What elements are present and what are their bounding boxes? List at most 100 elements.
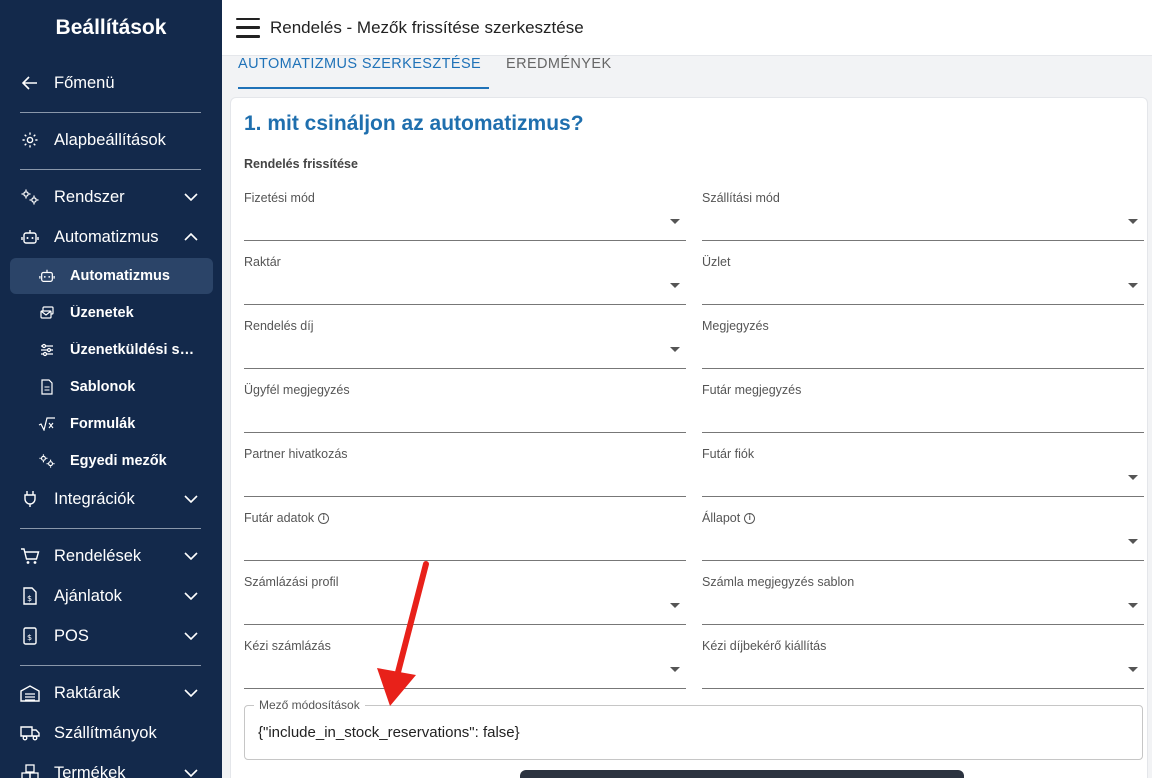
field-label: Ügyfél megjegyzés bbox=[244, 383, 350, 397]
rendeles-dij-select[interactable]: Rendelés díj bbox=[244, 319, 686, 369]
futar-megjegyzes-field[interactable]: Futár megjegyzés bbox=[702, 383, 1144, 433]
szamlazasi-profil-select[interactable]: Számlázási profil bbox=[244, 575, 686, 625]
sidebar-item-raktarak[interactable]: Raktárak bbox=[0, 673, 222, 713]
menu-icon[interactable] bbox=[236, 17, 260, 38]
sidebar-divider bbox=[20, 169, 201, 170]
sidebar-subitem-sablonok[interactable]: Sablonok bbox=[10, 369, 213, 405]
sidebar-divider bbox=[20, 528, 201, 529]
sidebar-item-label: Integrációk bbox=[54, 489, 135, 508]
sidebar-item-basic-settings[interactable]: Alapbeállítások bbox=[0, 120, 222, 160]
tab-bar: AUTOMATIZMUS SZERKESZTÉSE EREDMÉNYEK bbox=[222, 56, 1152, 90]
caret-down-icon[interactable] bbox=[670, 603, 680, 608]
sidebar-item-szallitmanyok[interactable]: Szállítmányok bbox=[0, 713, 222, 753]
mezo-modositasok-textarea[interactable]: Mező módosítások {"include_in_stock_rese… bbox=[244, 698, 1143, 760]
document-icon bbox=[38, 378, 56, 396]
ugyfel-megjegyzes-field[interactable]: Ügyfél megjegyzés bbox=[244, 383, 686, 433]
bottom-toolbar bbox=[520, 770, 964, 778]
sidebar-subitem-label: Sablonok bbox=[70, 379, 136, 395]
caret-down-icon[interactable] bbox=[1128, 219, 1138, 224]
sidebar-item-label: Rendelések bbox=[54, 546, 142, 565]
field-label: Partner hivatkozás bbox=[244, 447, 348, 461]
futar-adatok-field[interactable]: Futár adatok i bbox=[244, 511, 686, 561]
invoice-icon: $ bbox=[20, 586, 40, 606]
main-area: Rendelés - Mezők frissítése szerkesztése… bbox=[222, 0, 1152, 778]
textarea-value: {"include_in_stock_reservations": false} bbox=[258, 724, 520, 741]
chevron-down-icon bbox=[182, 587, 200, 605]
sidebar-subitem-label: Automatizmus bbox=[70, 268, 170, 284]
sidebar-item-rendelesek[interactable]: Rendelések bbox=[0, 536, 222, 576]
caret-down-icon[interactable] bbox=[1128, 475, 1138, 480]
kezi-szamlazas-select[interactable]: Kézi számlázás bbox=[244, 639, 686, 689]
sidebar-item-automatizmus[interactable]: Automatizmus bbox=[0, 217, 222, 257]
field-label: Szállítási mód bbox=[702, 191, 780, 205]
sidebar-item-label: Automatizmus bbox=[54, 227, 159, 246]
sidebar-subitem-automatizmus[interactable]: Automatizmus bbox=[10, 258, 213, 294]
allapot-select[interactable]: Állapot i bbox=[702, 511, 1144, 561]
tab-automatizmus-szerkesztese[interactable]: AUTOMATIZMUS SZERKESZTÉSE bbox=[238, 56, 489, 89]
sidebar-item-pos[interactable]: $ POS bbox=[0, 616, 222, 656]
szallitasi-mod-select[interactable]: Szállítási mód bbox=[702, 191, 1144, 241]
sidebar-item-label: POS bbox=[54, 626, 89, 645]
caret-down-icon[interactable] bbox=[1128, 539, 1138, 544]
pos-icon: $ bbox=[20, 626, 40, 646]
sidebar-item-integraciok[interactable]: Integrációk bbox=[0, 479, 222, 519]
sidebar-subitem-uzenetek[interactable]: Üzenetek bbox=[10, 295, 213, 331]
section-label: Rendelés frissítése bbox=[244, 157, 358, 171]
sidebar-item-termekek[interactable]: Termékek bbox=[0, 753, 222, 778]
megjegyzes-field[interactable]: Megjegyzés bbox=[702, 319, 1144, 369]
sidebar-subitem-formulak[interactable]: Formulák bbox=[10, 406, 213, 442]
sidebar-item-label: Termékek bbox=[54, 763, 126, 778]
field-label: Kézi díjbekérő kiállítás bbox=[702, 639, 827, 653]
field-label: Állapot i bbox=[702, 511, 756, 525]
field-label: Kézi számlázás bbox=[244, 639, 331, 653]
caret-down-icon[interactable] bbox=[670, 667, 680, 672]
caret-down-icon[interactable] bbox=[670, 219, 680, 224]
futar-fiok-select[interactable]: Futár fiók bbox=[702, 447, 1144, 497]
raktar-select[interactable]: Raktár bbox=[244, 255, 686, 305]
field-label-text: Futár adatok bbox=[244, 511, 315, 525]
field-label-text: Állapot bbox=[702, 511, 741, 525]
robot-icon bbox=[38, 267, 56, 285]
sidebar-subitem-label: Formulák bbox=[70, 416, 136, 432]
uzlet-select[interactable]: Üzlet bbox=[702, 255, 1144, 305]
sidebar-item-label: Szállítmányok bbox=[54, 723, 157, 742]
messages-icon bbox=[38, 304, 56, 322]
sidebar-item-back[interactable]: Főmenü bbox=[0, 63, 222, 103]
info-icon[interactable]: i bbox=[318, 512, 330, 524]
sidebar-item-ajanlatok[interactable]: $ Ajánlatok bbox=[0, 576, 222, 616]
form-card: 1. mit csináljon az automatizmus? Rendel… bbox=[230, 97, 1148, 778]
sqrt-icon bbox=[38, 415, 56, 433]
field-label: Számla megjegyzés sablon bbox=[702, 575, 855, 589]
top-bar: Rendelés - Mezők frissítése szerkesztése bbox=[222, 0, 1152, 56]
field-label: Rendelés díj bbox=[244, 319, 314, 333]
caret-down-icon[interactable] bbox=[670, 347, 680, 352]
field-label: Futár fiók bbox=[702, 447, 755, 461]
caret-down-icon[interactable] bbox=[670, 283, 680, 288]
info-icon[interactable]: i bbox=[744, 512, 756, 524]
caret-down-icon[interactable] bbox=[1128, 283, 1138, 288]
warehouse-icon bbox=[20, 683, 40, 703]
szamla-megjegyzes-sablon-select[interactable]: Számla megjegyzés sablon bbox=[702, 575, 1144, 625]
tab-eredmenyek[interactable]: EREDMÉNYEK bbox=[506, 56, 612, 89]
caret-down-icon[interactable] bbox=[1128, 603, 1138, 608]
sidebar-subitem-uzenetkuldesi[interactable]: Üzenetküldési sza… bbox=[10, 332, 213, 368]
sidebar-subitem-label: Üzenetküldési sza… bbox=[70, 342, 197, 358]
field-label: Raktár bbox=[244, 255, 281, 269]
caret-down-icon[interactable] bbox=[1128, 667, 1138, 672]
sidebar-divider bbox=[20, 112, 201, 113]
plug-icon bbox=[20, 489, 40, 509]
chevron-down-icon bbox=[182, 764, 200, 778]
field-label: Fizetési mód bbox=[244, 191, 315, 205]
partner-hivatkozas-field[interactable]: Partner hivatkozás bbox=[244, 447, 686, 497]
svg-text:$: $ bbox=[27, 633, 32, 642]
kezi-dijbekero-select[interactable]: Kézi díjbekérő kiállítás bbox=[702, 639, 1144, 689]
fizetesi-mod-select[interactable]: Fizetési mód bbox=[244, 191, 686, 241]
robot-icon bbox=[20, 227, 40, 247]
form-heading: 1. mit csináljon az automatizmus? bbox=[244, 112, 584, 135]
cart-icon bbox=[20, 546, 40, 566]
chevron-down-icon bbox=[182, 188, 200, 206]
sidebar-item-rendszer[interactable]: Rendszer bbox=[0, 177, 222, 217]
sidebar-subitem-egyedi-mezok[interactable]: Egyedi mezők bbox=[10, 443, 213, 479]
sidebar: Beállítások Főmenü Alapbeállítások Rends… bbox=[0, 0, 222, 778]
chevron-down-icon bbox=[182, 547, 200, 565]
